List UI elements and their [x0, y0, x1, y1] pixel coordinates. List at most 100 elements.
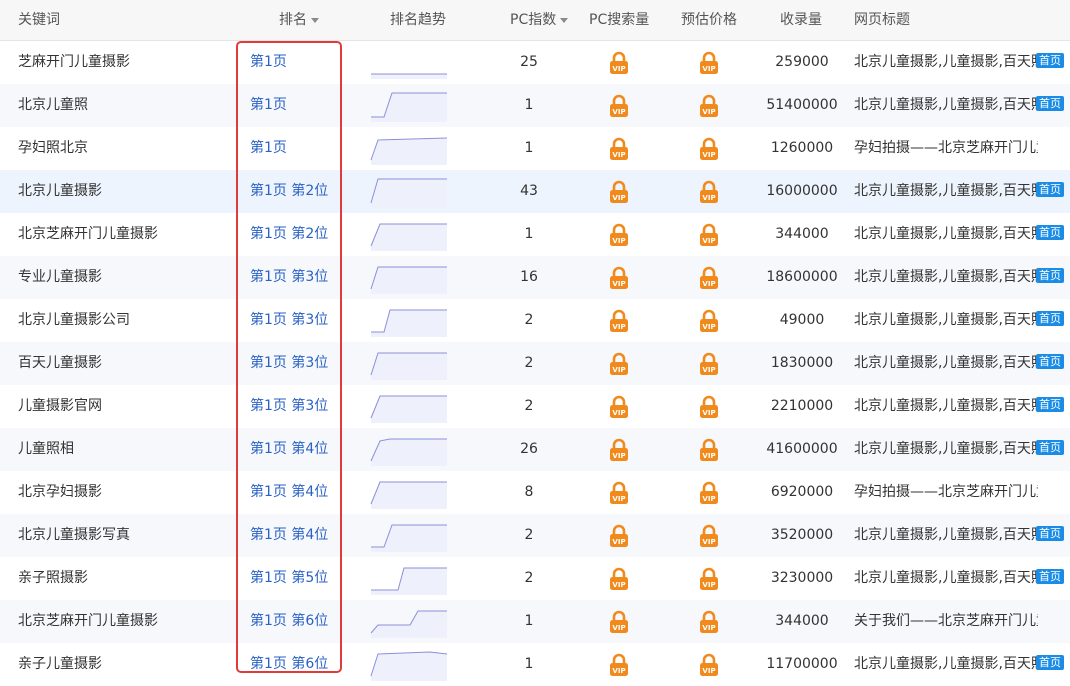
vip-lock-icon[interactable]: VIP [698, 51, 720, 75]
vip-lock-icon[interactable]: VIP [608, 223, 630, 247]
rank-link[interactable]: 第1页 [250, 41, 287, 84]
vip-lock-icon[interactable]: VIP [608, 438, 630, 462]
table-row: 北京儿童摄影 第1页 第2位 43 VIP VIP 16000000 北京儿童摄影,儿童摄影… [0, 170, 1070, 213]
page-title-cell[interactable]: 北京儿童摄影,儿童摄影,百天照 [854, 557, 1038, 600]
keyword-cell: 芝麻开门儿童摄影 [18, 54, 130, 70]
svg-text:VIP: VIP [612, 667, 625, 675]
rank-link[interactable]: 第1页 第6位 [250, 643, 328, 686]
header-price: 预估价格 [681, 12, 737, 28]
vip-lock-icon[interactable]: VIP [608, 395, 630, 419]
homepage-badge: 首页 [1036, 182, 1064, 197]
pc-index-cell: 8 [524, 484, 534, 500]
table-row: 儿童摄影官网 第1页 第3位 2 VIP VIP 2210000 北京儿童摄影,儿童摄影,百… [0, 385, 1070, 428]
rank-link[interactable]: 第1页 第2位 [250, 213, 328, 256]
vip-lock-icon[interactable]: VIP [608, 567, 630, 591]
svg-text:VIP: VIP [612, 151, 625, 159]
header-pc-search: PC搜索量 [589, 12, 650, 28]
trend-area [371, 396, 447, 423]
rank-link[interactable]: 第1页 [250, 127, 287, 170]
page-title-cell[interactable]: 北京儿童摄影,儿童摄影,百天照 [854, 385, 1038, 428]
rank-link[interactable]: 第1页 第3位 [250, 385, 328, 428]
header-page-title: 网页标题 [854, 12, 910, 28]
svg-text:VIP: VIP [702, 108, 715, 116]
page-title-cell[interactable]: 北京儿童摄影,儿童摄影,百天照 [854, 514, 1038, 557]
vip-lock-icon[interactable]: VIP [608, 610, 630, 634]
svg-text:VIP: VIP [702, 65, 715, 73]
sort-down-icon[interactable] [560, 17, 569, 23]
rank-link[interactable]: 第1页 第2位 [250, 170, 328, 213]
vip-lock-icon[interactable]: VIP [608, 137, 630, 161]
page-title-cell[interactable]: 北京儿童摄影,儿童摄影,百天照 [854, 170, 1038, 213]
indexed-count-cell: 344000 [775, 613, 829, 629]
vip-lock-icon[interactable]: VIP [608, 653, 630, 677]
vip-lock-icon[interactable]: VIP [608, 524, 630, 548]
vip-lock-icon[interactable]: VIP [608, 266, 630, 290]
indexed-count-cell: 344000 [775, 226, 829, 242]
header-trend: 排名趋势 [390, 12, 446, 28]
header-pc-index[interactable]: PC指数 [510, 0, 569, 40]
page-title-cell[interactable]: 北京儿童摄影,儿童摄影,百天照 [854, 41, 1038, 84]
homepage-badge: 首页 [1036, 311, 1064, 326]
homepage-badge: 首页 [1036, 655, 1064, 670]
table-row: 百天儿童摄影 第1页 第3位 2 VIP VIP 1830000 北京儿童摄影,儿童摄影,百… [0, 342, 1070, 385]
keyword-cell: 北京儿童照 [18, 97, 88, 113]
rank-trend-chart [370, 610, 447, 638]
svg-text:VIP: VIP [702, 194, 715, 202]
page-title-cell[interactable]: 北京儿童摄影,儿童摄影,百天照 [854, 256, 1038, 299]
page-title-cell[interactable]: 北京儿童摄影,儿童摄影,百天照 [854, 213, 1038, 256]
header-rank[interactable]: 排名 [279, 0, 319, 40]
rank-link[interactable]: 第1页 第3位 [250, 256, 328, 299]
vip-lock-icon[interactable]: VIP [698, 352, 720, 376]
homepage-badge: 首页 [1036, 96, 1064, 111]
rank-link[interactable]: 第1页 第3位 [250, 342, 328, 385]
vip-lock-icon[interactable]: VIP [608, 352, 630, 376]
rank-link[interactable]: 第1页 第6位 [250, 600, 328, 643]
rank-link[interactable]: 第1页 第5位 [250, 557, 328, 600]
vip-lock-icon[interactable]: VIP [698, 610, 720, 634]
vip-lock-icon[interactable]: VIP [698, 180, 720, 204]
keyword-cell: 儿童摄影官网 [18, 398, 102, 414]
rank-link[interactable]: 第1页 [250, 84, 287, 127]
vip-lock-icon[interactable]: VIP [608, 481, 630, 505]
vip-lock-icon[interactable]: VIP [608, 51, 630, 75]
svg-text:VIP: VIP [702, 538, 715, 546]
rank-link[interactable]: 第1页 第4位 [250, 514, 328, 557]
rank-link[interactable]: 第1页 第4位 [250, 428, 328, 471]
rank-link[interactable]: 第1页 第4位 [250, 471, 328, 514]
svg-text:VIP: VIP [612, 538, 625, 546]
rank-trend-chart [370, 438, 447, 466]
svg-text:VIP: VIP [612, 194, 625, 202]
vip-lock-icon[interactable]: VIP [698, 653, 720, 677]
page-title-cell[interactable]: 孕妇拍摄——北京芝麻开门儿童... [854, 127, 1038, 170]
vip-lock-icon[interactable]: VIP [698, 567, 720, 591]
homepage-badge: 首页 [1036, 440, 1064, 455]
page-title-cell[interactable]: 北京儿童摄影,儿童摄影,百天照 [854, 643, 1038, 686]
vip-lock-icon[interactable]: VIP [698, 94, 720, 118]
sort-down-icon[interactable] [311, 17, 319, 23]
vip-lock-icon[interactable]: VIP [698, 137, 720, 161]
vip-lock-icon[interactable]: VIP [698, 223, 720, 247]
page-title-cell[interactable]: 孕妇拍摄——北京芝麻开门儿童... [854, 471, 1038, 514]
vip-lock-icon[interactable]: VIP [608, 94, 630, 118]
rank-trend-chart [371, 567, 447, 595]
vip-lock-icon[interactable]: VIP [698, 481, 720, 505]
keyword-cell: 北京儿童摄影公司 [18, 312, 130, 328]
trend-area [371, 439, 447, 466]
page-title-cell[interactable]: 北京儿童摄影,儿童摄影,百天照 [854, 428, 1038, 471]
page-title-cell[interactable]: 北京儿童摄影,儿童摄影,百天照 [854, 84, 1038, 127]
vip-lock-icon[interactable]: VIP [698, 266, 720, 290]
vip-lock-icon[interactable]: VIP [698, 309, 720, 333]
rank-link[interactable]: 第1页 第3位 [250, 299, 328, 342]
vip-lock-icon[interactable]: VIP [698, 524, 720, 548]
page-title-cell[interactable]: 关于我们——北京芝麻开门儿童... [854, 600, 1038, 643]
page-title-cell[interactable]: 北京儿童摄影,儿童摄影,百天照 [854, 299, 1038, 342]
keyword-cell: 亲子照摄影 [18, 570, 88, 586]
vip-lock-icon[interactable]: VIP [698, 438, 720, 462]
table-row: 北京孕妇摄影 第1页 第4位 8 VIP VIP 6920000 孕妇拍摄——北京芝麻开门儿… [0, 471, 1070, 514]
homepage-badge: 首页 [1036, 397, 1064, 412]
vip-lock-icon[interactable]: VIP [608, 180, 630, 204]
homepage-badge: 首页 [1036, 354, 1064, 369]
vip-lock-icon[interactable]: VIP [698, 395, 720, 419]
page-title-cell[interactable]: 北京儿童摄影,儿童摄影,百天照 [854, 342, 1038, 385]
vip-lock-icon[interactable]: VIP [608, 309, 630, 333]
